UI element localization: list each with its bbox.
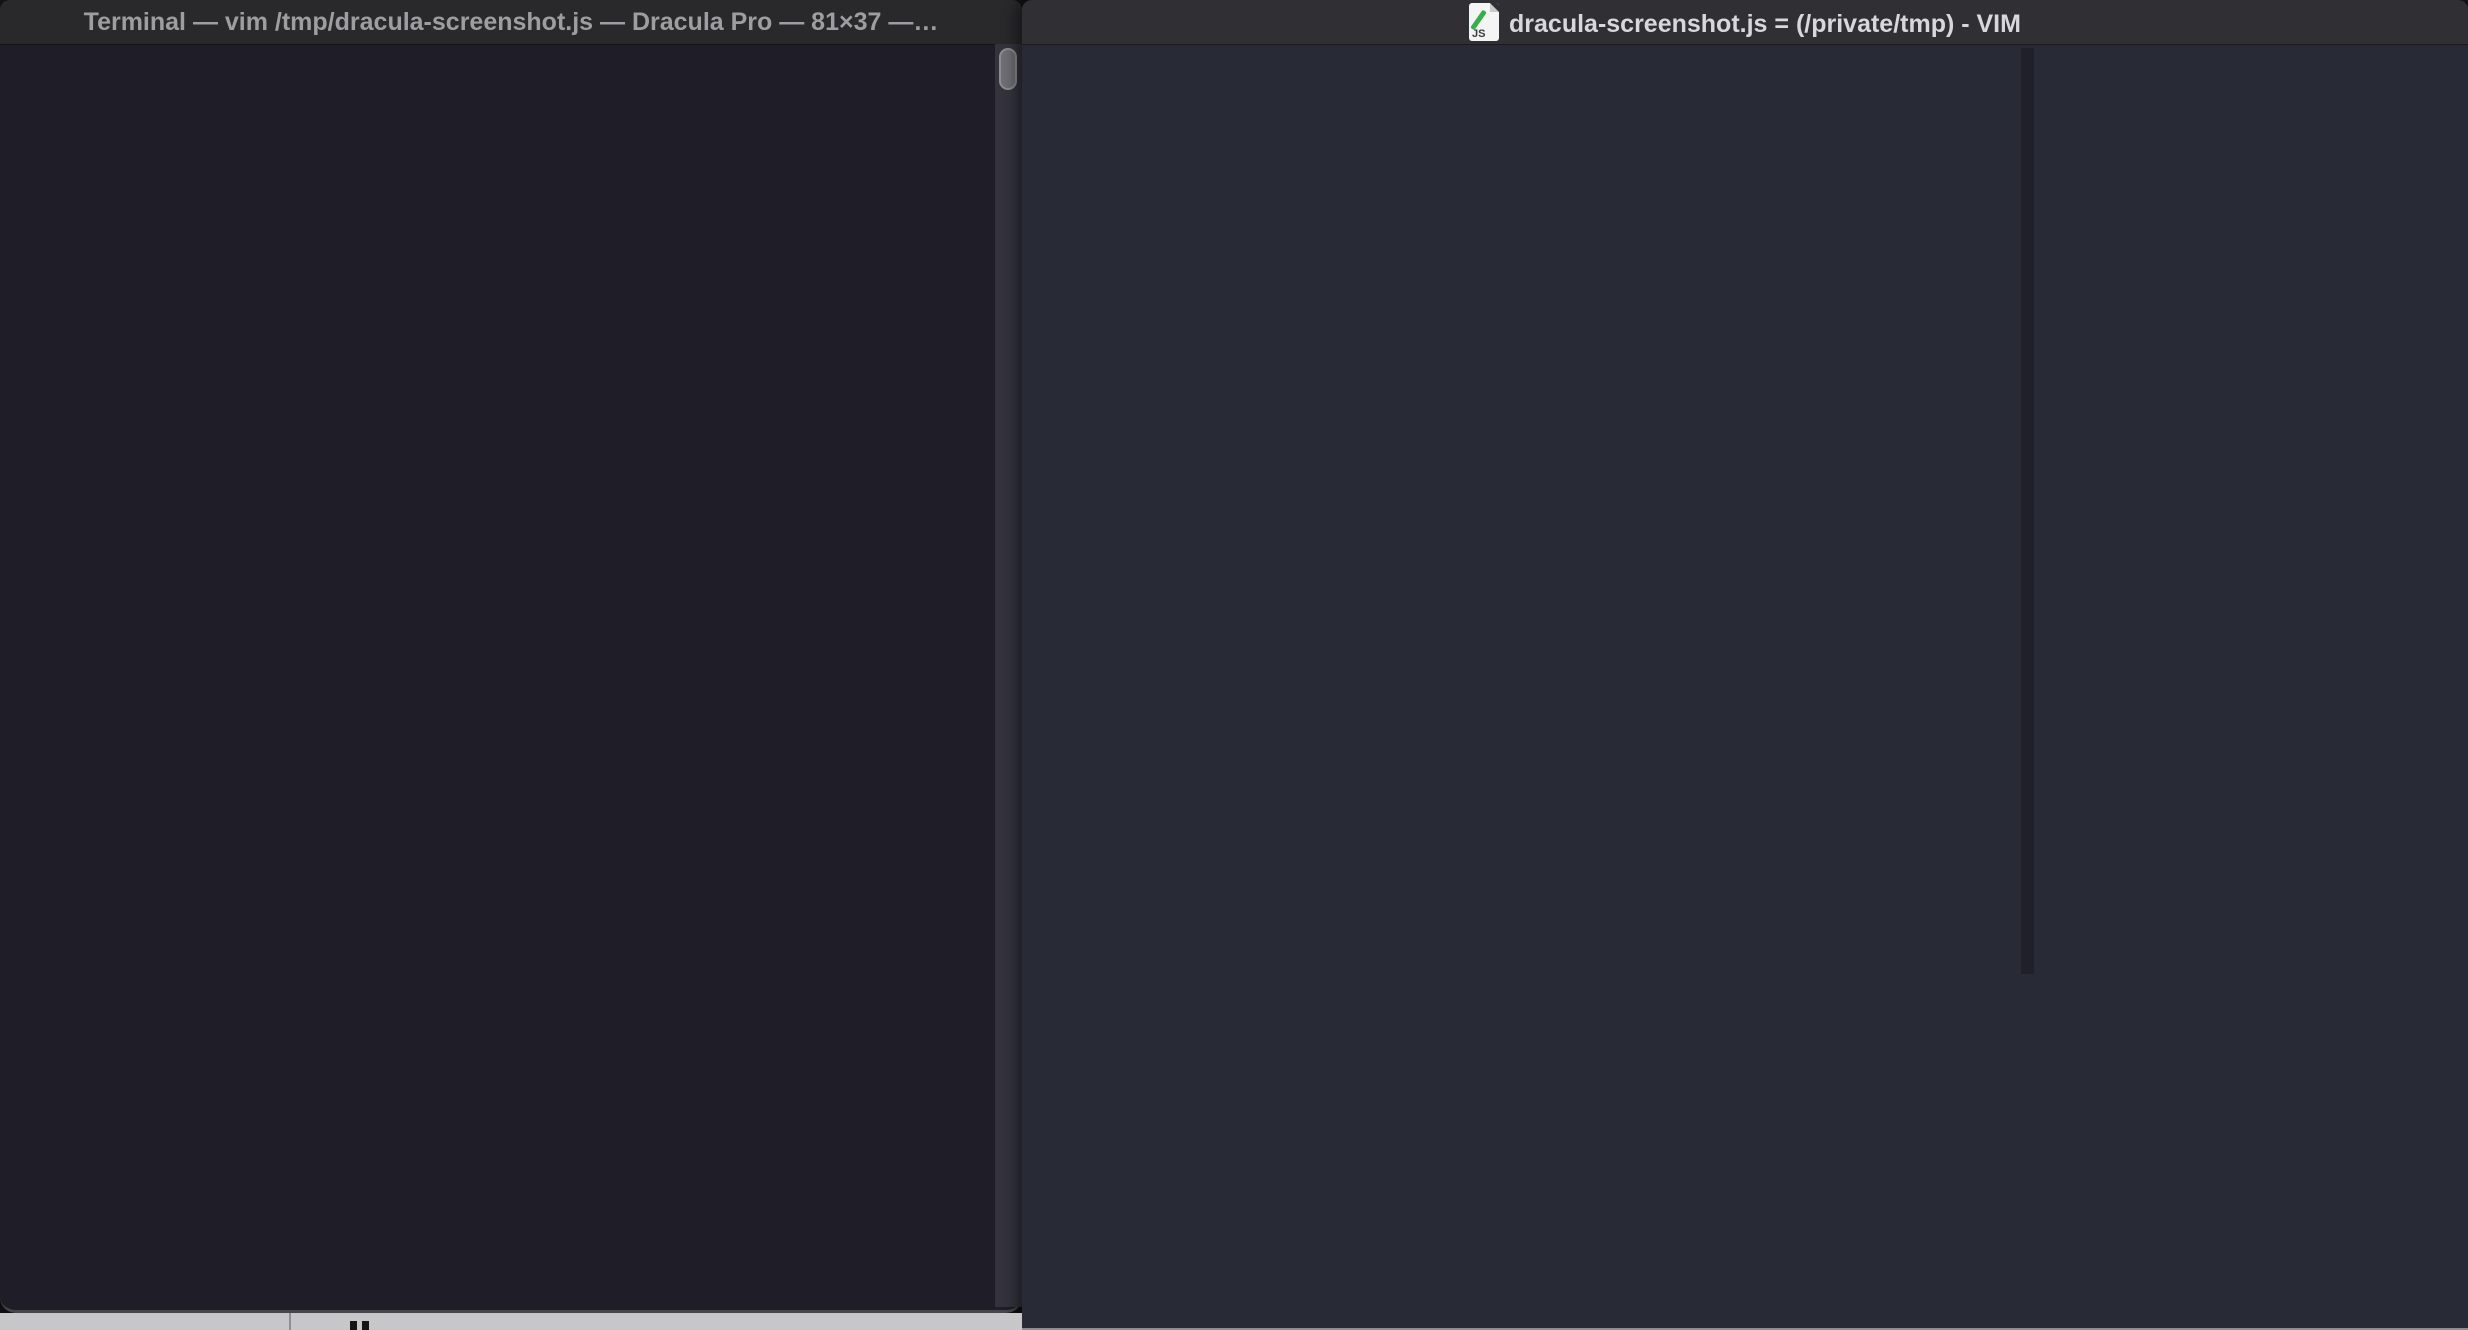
macvim-title-bar[interactable]: JS dracula-screenshot.js = (/private/tmp)… [1022,0,2468,45]
terminal-title-bar[interactable]: Terminal — vim /tmp/dracula-screenshot.j… [0,0,1022,45]
terminal-scrollbar-track[interactable] [995,44,1022,1307]
js-file-icon: JS [1469,3,1500,41]
macvim-buffer[interactable] [1022,44,2468,1330]
background-mark [350,1321,357,1330]
terminal-vim-buffer[interactable] [0,44,995,1310]
desktop-background-strip [0,1313,1022,1330]
macvim-title-text: dracula-screenshot.js = (/private/tmp) -… [1509,10,2021,38]
macvim-window: JS dracula-screenshot.js = (/private/tmp)… [1022,0,2468,1330]
background-window-edge [289,1313,291,1330]
background-mark [362,1321,369,1330]
js-badge: JS [1472,28,1486,40]
page-fold-icon [1490,3,1500,12]
macvim-window-title: JS dracula-screenshot.js = (/private/tmp)… [1022,3,2468,41]
terminal-window: Terminal — vim /tmp/dracula-screenshot.j… [0,0,1022,1313]
desktop: { "left_window": { "title": "Terminal — … [0,0,2468,1330]
terminal-scrollbar-thumb[interactable] [999,48,1017,90]
terminal-window-title: Terminal — vim /tmp/dracula-screenshot.j… [83,7,939,36]
color-column [2021,48,2034,974]
